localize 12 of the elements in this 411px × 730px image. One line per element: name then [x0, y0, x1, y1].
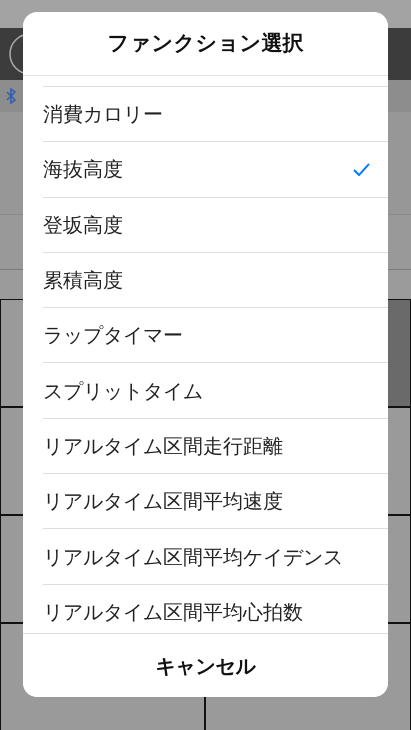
function-option[interactable]: 海抜高度	[43, 141, 388, 197]
bluetooth-icon	[6, 88, 16, 104]
function-option[interactable]: スプリットタイム	[43, 362, 388, 418]
function-option[interactable]: リアルタイム区間平均速度	[43, 473, 388, 528]
function-option[interactable]: リアルタイム区間平均ケイデンス	[43, 528, 388, 584]
function-option[interactable]: ラップタイマー	[43, 307, 388, 362]
dialog-title: ファンクション選択	[23, 12, 388, 76]
function-option[interactable]: 累積高度	[43, 252, 388, 308]
function-option[interactable]: 登坂高度	[43, 196, 388, 252]
cancel-button[interactable]: キャンセル	[23, 633, 388, 697]
function-option[interactable]: 消費カロリー	[43, 86, 388, 142]
function-option[interactable]: リアルタイム区間走行距離	[43, 418, 388, 474]
